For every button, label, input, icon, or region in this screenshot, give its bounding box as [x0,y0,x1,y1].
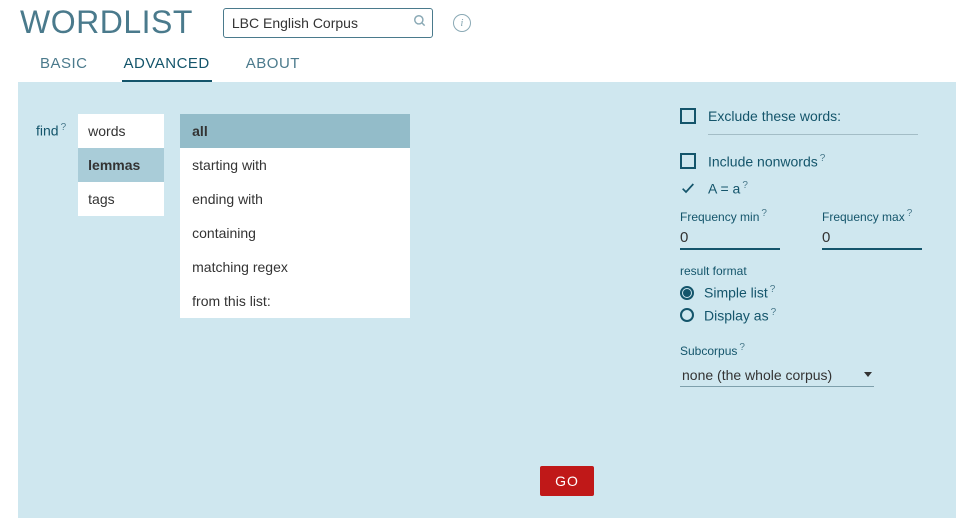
find-group-list: words lemmas tags [78,114,164,216]
help-icon[interactable]: ? [770,284,776,295]
radio-display-as[interactable] [680,308,694,322]
filter-from-list[interactable]: from this list: [180,284,410,318]
result-format-label: result format [680,264,950,278]
filter-all[interactable]: all [180,114,410,148]
filter-containing[interactable]: containing [180,216,410,250]
tab-advanced[interactable]: ADVANCED [122,49,212,82]
freq-min-label: Frequency min? [680,208,788,224]
page-title: WORDLIST [20,4,193,41]
help-icon[interactable]: ? [820,153,826,164]
subcorpus-label: Subcorpus? [680,342,950,358]
freq-max-input[interactable] [822,224,922,250]
tab-basic[interactable]: BASIC [38,49,90,82]
panel: find? words lemmas tags all starting wit… [18,82,956,518]
filter-matching-regex[interactable]: matching regex [180,250,410,284]
find-group-lemmas[interactable]: lemmas [78,148,164,182]
divider [708,134,918,135]
go-button[interactable]: GO [540,466,594,496]
radio-display-as-label: Display as? [704,307,776,324]
search-icon[interactable] [413,14,427,31]
nonwords-label: Include nonwords? [708,153,825,170]
filter-ending-with[interactable]: ending with [180,182,410,216]
tab-about[interactable]: ABOUT [244,49,302,82]
find-group-tags[interactable]: tags [78,182,164,216]
help-icon[interactable]: ? [61,122,67,133]
subcorpus-value: none (the whole corpus) [682,367,832,383]
corpus-field[interactable] [223,8,433,38]
chevron-down-icon [864,372,872,377]
subcorpus-select[interactable]: none (the whole corpus) [680,364,874,387]
freq-max-label: Frequency max? [822,208,930,224]
find-group-words[interactable]: words [78,114,164,148]
filter-option-list: all starting with ending with containing… [180,114,410,318]
tabs: BASIC ADVANCED ABOUT [0,43,964,82]
filter-starting-with[interactable]: starting with [180,148,410,182]
case-label: A = a? [708,180,748,197]
case-checkbox[interactable] [680,180,696,196]
corpus-input[interactable] [232,15,413,31]
exclude-checkbox[interactable] [680,108,696,124]
help-icon[interactable]: ? [771,307,777,318]
radio-simple-list[interactable] [680,286,694,300]
exclude-label: Exclude these words: [708,108,841,124]
help-icon[interactable]: ? [761,208,767,219]
find-label: find? [36,114,66,139]
nonwords-checkbox[interactable] [680,153,696,169]
help-icon[interactable]: ? [739,342,745,353]
info-icon[interactable]: i [453,14,471,32]
freq-min-input[interactable] [680,224,780,250]
radio-simple-list-label: Simple list? [704,284,775,301]
help-icon[interactable]: ? [742,180,748,191]
help-icon[interactable]: ? [907,208,913,219]
